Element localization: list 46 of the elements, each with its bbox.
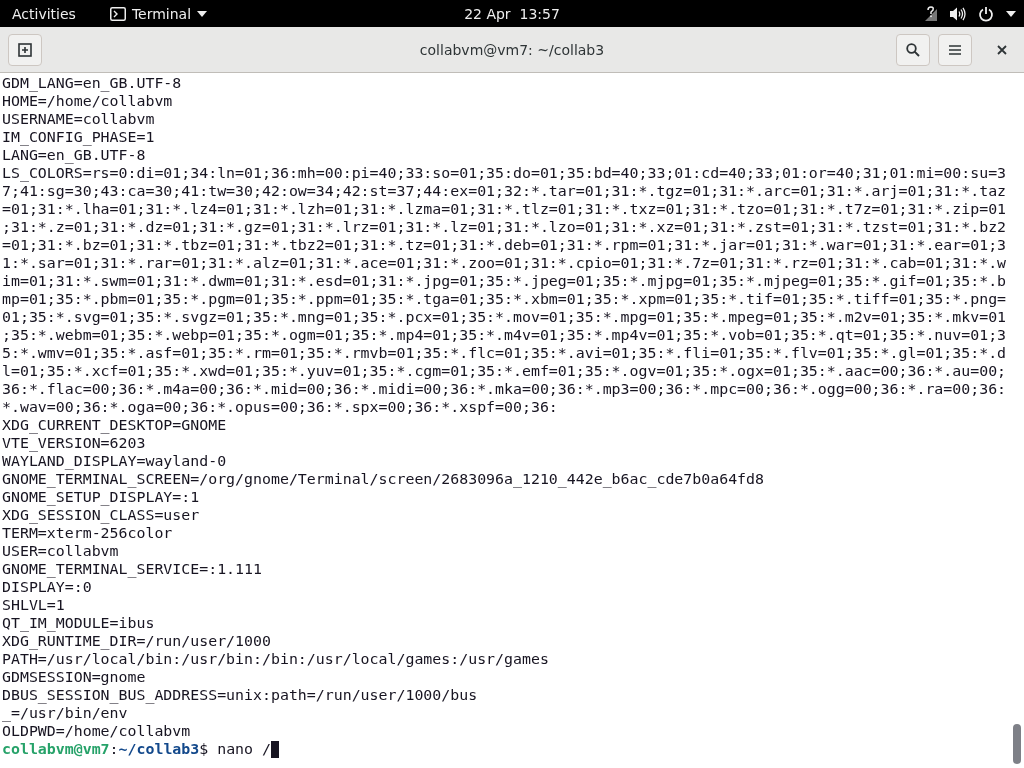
clock[interactable]: 22 Apr 13:57	[464, 5, 560, 22]
terminal-line: im=01;31:*.swm=01;31:*.dwm=01;31:*.esd=01;31:*.jpg=01;35:*.jpeg=01;35:*.mjpg=01;35:*.mjpeg=01;35:*.gif=01;35:*.b	[2, 272, 1008, 290]
terminal-line: DBUS_SESSION_BUS_ADDRESS=unix:path=/run/user/1000/bus	[2, 686, 479, 704]
terminal-line: TERM=xterm-256color	[2, 524, 174, 542]
terminal-line: 1:*.sar=01;31:*.rar=01;31:*.alz=01;31:*.ace=01;31:*.zoo=01;31:*.cpio=01;31:*.7z=01;31:*.rz=01;31:*.cab=01;31:*.w	[2, 254, 1008, 272]
command-text: nano /	[217, 740, 271, 758]
terminal-line: OLDPWD=/home/collabvm	[2, 722, 192, 740]
terminal-line: IM_CONFIG_PHASE=1	[2, 128, 156, 146]
terminal-line: ;31:*.z=01;31:*.dz=01;31:*.gz=01;31:*.lrz=01;31:*.lz=01;31:*.lzo=01;31:*.xz=01;31:*.zst=01;31:*.tzst=01;31:*.bz2	[2, 218, 1008, 236]
terminal-line: SHLVL=1	[2, 596, 66, 614]
terminal-line: *.wav=00;36:*.oga=00;36:*.opus=00;36:*.spx=00;36:*.xspf=00;36:	[2, 398, 559, 416]
terminal-line: PATH=/usr/local/bin:/usr/bin:/bin:/usr/local/games:/usr/games	[2, 650, 550, 668]
terminal-line: _=/usr/bin/env	[2, 704, 129, 722]
app-menu[interactable]: Terminal	[131, 5, 192, 22]
terminal-line: HOME=/home/collabvm	[2, 92, 174, 110]
terminal-line: GNOME_TERMINAL_SERVICE=:1.111	[2, 560, 263, 578]
prompt-path: ~/collab3	[118, 740, 200, 758]
terminal-line: GNOME_TERMINAL_SCREEN=/org/gnome/Terminal/screen/2683096a_1210_442e_b6ac_cde7b0a64fd8	[2, 470, 766, 488]
prompt-separator: :	[109, 740, 119, 758]
terminal-line: =01;31:*.lha=01;31:*.lz4=01;31:*.lzh=01;31:*.lzma=01;31:*.tlz=01;31:*.txz=01;31:*.tzo=01;31:*.t7z=01;31:*.zip=01	[2, 200, 1008, 218]
terminal-line: XDG_SESSION_CLASS=user	[2, 506, 201, 524]
terminal-line: =01;31:*.bz=01;31:*.tbz=01;31:*.tbz2=01;31:*.tz=01;31:*.deb=01;31:*.rpm=01;31:*.jar=01;31:*.war=01;31:*.ear=01;3	[2, 236, 1008, 254]
activities-button[interactable]: Activities	[12, 5, 76, 22]
terminal-line: LS_COLORS=rs=0:di=01;34:ln=01;36:mh=00:pi=40;33:so=01;35:do=01;35:bd=40;33;01:cd=40;33;01:or=40;31;01:mi=00:su=3	[2, 164, 1008, 182]
terminal-line: USER=collabvm	[2, 542, 120, 560]
terminal-line: LANG=en_GB.UTF-8	[2, 146, 147, 164]
terminal-line: VTE_VERSION=6203	[2, 434, 147, 452]
terminal-line: USERNAME=collabvm	[2, 110, 156, 128]
terminal-line: GDM_LANG=en_GB.UTF-8	[2, 74, 183, 92]
window-title: collabvm@vm7: ~/collab3	[419, 41, 605, 58]
prompt-user-host: collabvm@vm7	[2, 740, 110, 758]
terminal-line: XDG_RUNTIME_DIR=/run/user/1000	[2, 632, 272, 650]
terminal-line: 36:*.flac=00;36:*.m4a=00;36:*.mid=00;36:*.midi=00;36:*.mka=00;36:*.mp3=00;36:*.mpc=00;36:*.ogg=00;36:*.ra=00;36:	[2, 380, 1008, 398]
terminal-line: DISPLAY=:0	[2, 578, 93, 596]
terminal-line: QT_IM_MODULE=ibus	[2, 614, 156, 632]
terminal-line: 01;35:*.svg=01;35:*.svgz=01;35:*.mng=01;35:*.pcx=01;35:*.mov=01;35:*.mpg=01;35:*.mpeg=01;35:*.m2v=01;35:*.mkv=01	[2, 308, 1008, 326]
terminal-line: GDMSESSION=gnome	[2, 668, 147, 686]
terminal-line: WAYLAND_DISPLAY=wayland-0	[2, 452, 228, 470]
terminal-line: GNOME_SETUP_DISPLAY=:1	[2, 488, 201, 506]
prompt-symbol: $	[199, 740, 209, 758]
terminal-line: l=01;35:*.xcf=01;35:*.xwd=01;35:*.yuv=01;35:*.cgm=01;35:*.emf=01;35:*.ogv=01;35:*.ogx=01;35:*.aac=00;36:*.au=00;	[2, 362, 1008, 380]
terminal-line: mp=01;35:*.pbm=01;35:*.pgm=01;35:*.ppm=01;35:*.tga=01;35:*.xbm=01;35:*.xpm=01;35:*.tif=01;35:*.tiff=01;35:*.png=	[2, 290, 1008, 308]
terminal-line: 5:*.wmv=01;35:*.asf=01;35:*.rm=01;35:*.rmvb=01;35:*.flc=01;35:*.avi=01;35:*.fli=01;35:*.flv=01;35:*.gl=01;35:*.d	[2, 344, 1008, 362]
terminal-line: ;35:*.webm=01;35:*.webp=01;35:*.ogm=01;35:*.mp4=01;35:*.m4v=01;35:*.mp4v=01;35:*.vob=01;35:*.qt=01;35:*.nuv=01;3	[2, 326, 1008, 344]
terminal-line: XDG_CURRENT_DESKTOP=GNOME	[2, 416, 228, 434]
terminal-line: 7;41:sg=30;43:ca=30;41:tw=30;42:ow=34;42:st=37;44:ex=01;32:*.tar=01;31:*.tgz=01;31:*.arc=01;31:*.arj=01;31:*.taz	[2, 182, 1008, 200]
